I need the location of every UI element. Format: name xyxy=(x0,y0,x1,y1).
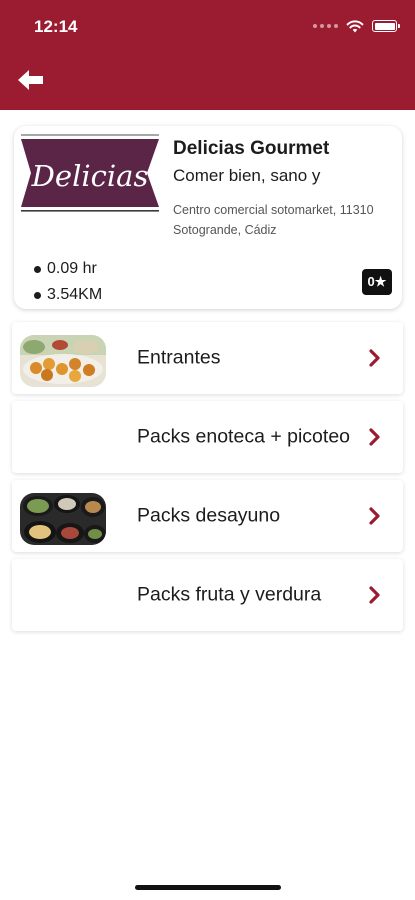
category-image xyxy=(20,493,106,545)
category-item-packs-enoteca[interactable]: Packs enoteca + picoteo xyxy=(12,401,403,473)
battery-icon xyxy=(372,20,400,32)
arrow-left-icon[interactable] xyxy=(16,68,46,92)
category-item-packs-fruta[interactable]: Packs fruta y verdura xyxy=(12,559,403,631)
status-icons xyxy=(313,19,400,33)
chevron-right-icon xyxy=(369,428,380,446)
rating-badge: 0★ xyxy=(362,269,392,295)
category-item-packs-desayuno[interactable]: Packs desayuno xyxy=(12,480,403,552)
wifi-icon xyxy=(346,20,364,33)
delivery-time-value: 0.09 hr xyxy=(47,260,97,277)
signal-icon xyxy=(313,24,338,28)
category-item-entrantes[interactable]: Entrantes xyxy=(12,322,403,394)
delivery-time: 0.09 hr xyxy=(34,260,97,278)
category-list: Entrantes Packs enoteca + picoteo Packs … xyxy=(12,322,403,638)
store-card[interactable]: Delicias Delicias Gourmet Comer bien, sa… xyxy=(14,126,402,309)
bullet-icon xyxy=(34,265,41,273)
store-tagline: Comer bien, sano y xyxy=(173,166,321,185)
category-label: Packs desayuno xyxy=(137,504,281,527)
category-image xyxy=(20,335,106,387)
category-label: Packs enoteca + picoteo xyxy=(137,425,351,448)
bullet-icon xyxy=(34,291,41,299)
store-name: Delicias Gourmet xyxy=(173,138,330,159)
store-distance-value: 3.54KM xyxy=(47,286,103,303)
svg-text:Delicias: Delicias xyxy=(31,159,149,193)
store-logo: Delicias xyxy=(21,134,159,212)
chevron-right-icon xyxy=(369,349,380,367)
category-label: Entrantes xyxy=(137,346,221,369)
store-address: Centro comercial sotomarket, 11310 Sotog… xyxy=(173,203,374,237)
store-distance: 3.54KM xyxy=(34,286,102,304)
app-header: 12:14 xyxy=(0,0,415,110)
home-indicator[interactable] xyxy=(135,885,281,890)
status-time: 12:14 xyxy=(34,17,78,36)
chevron-right-icon xyxy=(369,507,380,525)
chevron-right-icon xyxy=(369,586,380,604)
category-label: Packs fruta y verdura xyxy=(137,583,322,606)
